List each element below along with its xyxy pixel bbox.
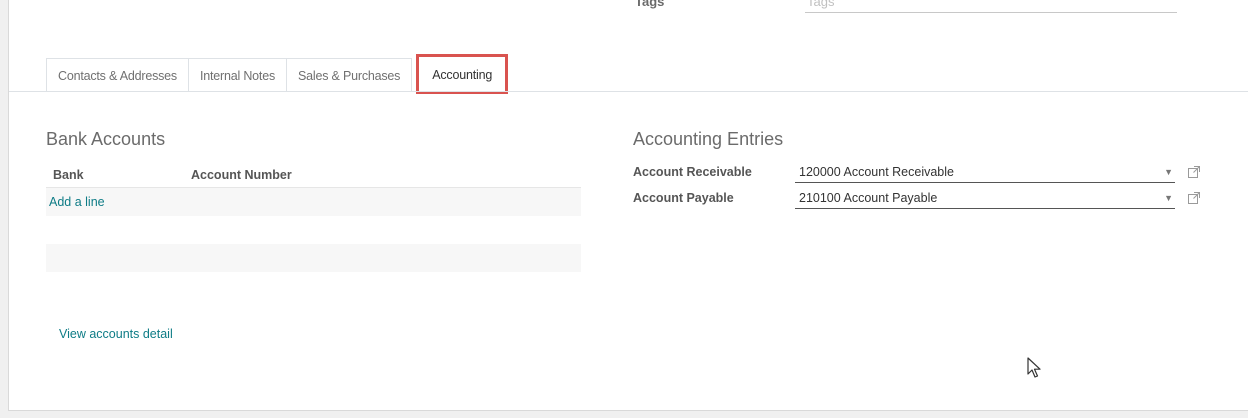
accounting-entries-title: Accounting Entries xyxy=(633,129,784,149)
view-accounts-detail-link[interactable]: View accounts detail xyxy=(59,327,173,341)
account-payable-row: Account Payable 210100 Account Payable ▼ xyxy=(633,186,1213,210)
mouse-cursor-icon xyxy=(1027,357,1041,384)
tags-label: Tags xyxy=(635,0,665,9)
account-payable-value: 210100 Account Payable xyxy=(799,190,938,205)
tags-field-row: Tags Tags xyxy=(635,0,1195,16)
column-header-bank[interactable]: Bank xyxy=(46,168,191,182)
tags-input[interactable]: Tags xyxy=(805,0,1177,13)
table-row xyxy=(46,216,581,244)
account-payable-label: Account Payable xyxy=(633,191,734,205)
account-payable-select[interactable]: 210100 Account Payable ▼ xyxy=(795,187,1175,209)
caret-down-icon[interactable]: ▼ xyxy=(1164,167,1173,177)
add-line-link[interactable]: Add a line xyxy=(49,195,105,209)
external-link-icon[interactable] xyxy=(1187,165,1201,179)
column-header-account-number[interactable]: Account Number xyxy=(191,168,581,182)
tab-divider xyxy=(9,91,1248,92)
account-receivable-label: Account Receivable xyxy=(633,165,752,179)
table-row xyxy=(46,244,581,272)
caret-down-icon[interactable]: ▼ xyxy=(1164,193,1173,203)
form-sheet: Tags Tags Contacts & Addresses Internal … xyxy=(8,0,1248,411)
bank-accounts-table: Bank Account Number Add a line xyxy=(46,163,581,272)
account-receivable-select[interactable]: 120000 Account Receivable ▼ xyxy=(795,161,1175,183)
tab-sales-purchases[interactable]: Sales & Purchases xyxy=(287,58,413,92)
tab-internal-notes[interactable]: Internal Notes xyxy=(188,58,288,92)
account-receivable-row: Account Receivable 120000 Account Receiv… xyxy=(633,160,1213,184)
table-header: Bank Account Number xyxy=(46,163,581,188)
account-receivable-value: 120000 Account Receivable xyxy=(799,164,954,179)
external-link-icon[interactable] xyxy=(1187,191,1201,205)
tab-contacts-addresses[interactable]: Contacts & Addresses xyxy=(46,58,189,92)
notebook-tabs: Contacts & Addresses Internal Notes Sale… xyxy=(46,54,509,94)
bank-accounts-title: Bank Accounts xyxy=(46,129,166,149)
add-line-row: Add a line xyxy=(46,188,581,216)
tab-accounting[interactable]: Accounting xyxy=(416,54,509,94)
